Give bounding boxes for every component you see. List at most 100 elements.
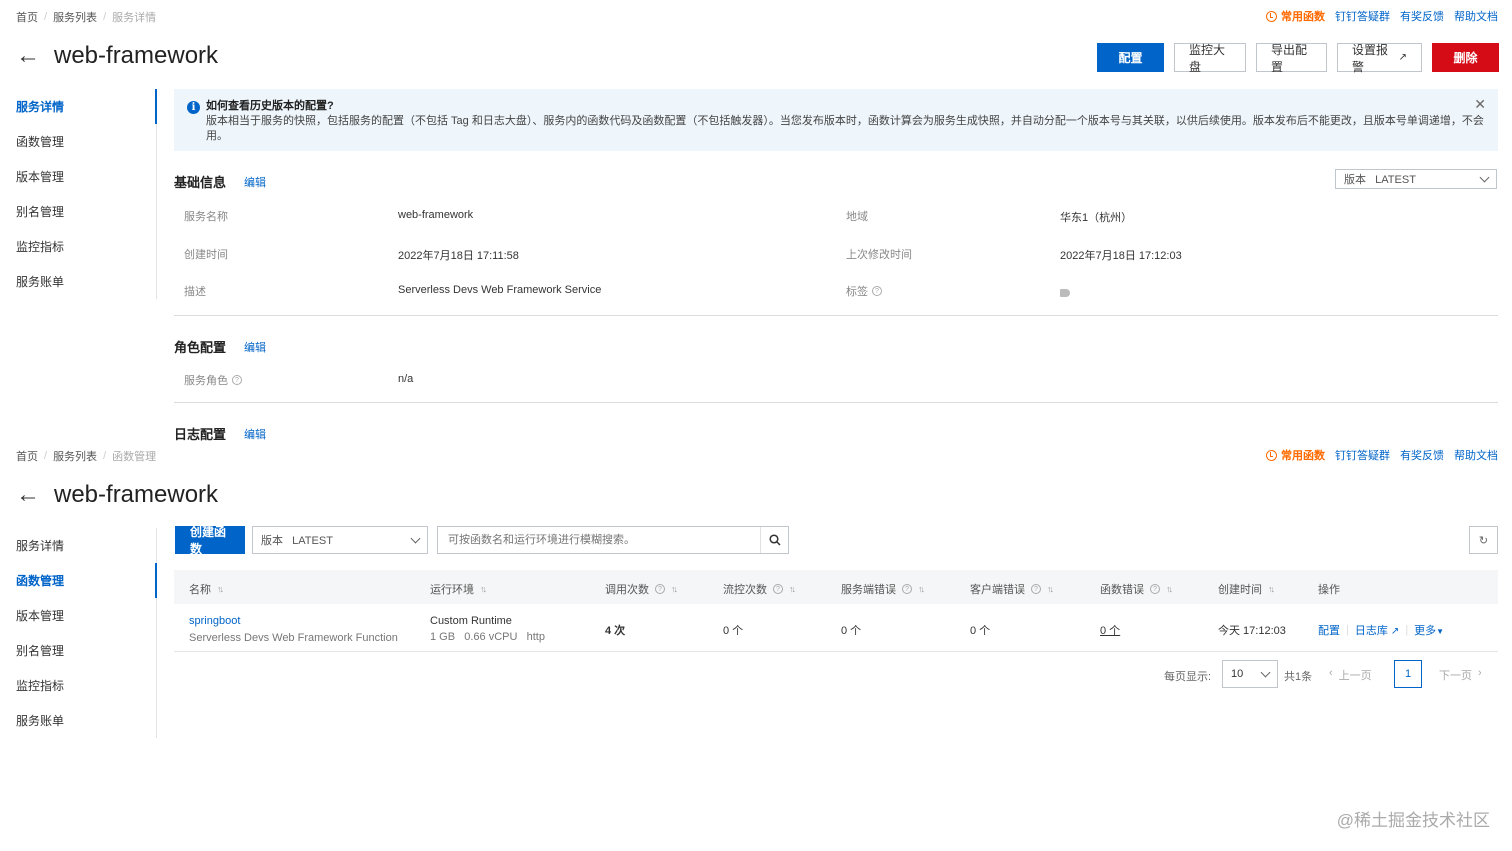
breadcrumb-home[interactable]: 首页 [16, 9, 38, 25]
history-version-notice: i 如何查看历史版本的配置? 版本相当于服务的快照，包括服务的配置（不包括 Ta… [174, 89, 1498, 151]
help-icon: ? [655, 584, 665, 594]
breadcrumb-service-list[interactable]: 服务列表 [53, 448, 97, 464]
created-time-value: 今天 17:12:03 [1218, 625, 1286, 637]
column-created-time[interactable]: 创建时间 ↑↓ [1218, 581, 1275, 597]
per-page-select[interactable]: 10 [1222, 660, 1278, 688]
info-icon: i [187, 101, 200, 114]
sidebar-item-service-details[interactable]: 服务详情 [0, 528, 156, 563]
function-errors-value[interactable]: 0 个 [1100, 622, 1120, 638]
top-links: 常用函数 钉钉答疑群 有奖反馈 帮助文档 [1266, 8, 1498, 24]
feedback-link[interactable]: 有奖反馈 [1400, 8, 1444, 24]
sidebar: 服务详情 函数管理 版本管理 别名管理 监控指标 服务账单 [0, 528, 157, 738]
configure-link[interactable]: 配置 [1318, 622, 1340, 638]
chevron-right-icon: › [1478, 667, 1482, 679]
sort-icon: ↑↓ [789, 584, 796, 594]
sidebar-item-billing[interactable]: 服务账单 [0, 264, 156, 299]
sidebar-item-functions[interactable]: 函数管理 [0, 124, 156, 159]
server-errors-value: 0 个 [841, 625, 862, 637]
version-select[interactable]: 版本 LATEST [1335, 169, 1497, 189]
help-docs-link[interactable]: 帮助文档 [1454, 447, 1498, 463]
role-config-edit-link[interactable]: 编辑 [244, 339, 266, 355]
caret-down-icon: ▼ [1436, 627, 1445, 636]
sidebar-item-functions[interactable]: 函数管理 [0, 563, 157, 598]
function-name-link[interactable]: springboot [189, 615, 240, 627]
config-button[interactable]: 配置 [1097, 43, 1164, 72]
back-arrow-icon[interactable]: ← [16, 44, 40, 68]
page-header: ← web-framework [16, 42, 218, 70]
sidebar-item-aliases[interactable]: 别名管理 [0, 633, 156, 668]
breadcrumb-service-list[interactable]: 服务列表 [53, 9, 97, 25]
page-title: web-framework [54, 42, 219, 69]
breadcrumb-current: 函数管理 [112, 451, 157, 463]
sidebar: 服务详情 函数管理 版本管理 别名管理 监控指标 服务账单 [0, 89, 157, 299]
common-functions-link[interactable]: 常用函数 [1266, 447, 1325, 463]
prev-page-button[interactable]: ‹ 上一页 [1329, 667, 1372, 683]
created-time-value: 2022年7月18日 17:11:58 [398, 250, 519, 262]
dingtalk-link[interactable]: 钉钉答疑群 [1335, 8, 1390, 24]
sidebar-item-aliases[interactable]: 别名管理 [0, 194, 156, 229]
sidebar-item-service-details[interactable]: 服务详情 [0, 89, 157, 124]
common-functions-link[interactable]: 常用函数 [1266, 8, 1325, 24]
sidebar-item-billing[interactable]: 服务账单 [0, 703, 156, 738]
service-name-label: 服务名称 [184, 211, 228, 223]
chevron-left-icon: ‹ [1329, 667, 1333, 679]
refresh-icon[interactable]: ↻ [1469, 526, 1498, 554]
per-page-value: 10 [1231, 668, 1244, 680]
log-config-header: 日志配置 编辑 [174, 424, 266, 443]
chevron-down-icon [410, 533, 421, 543]
modified-time-value: 2022年7月18日 17:12:03 [1060, 250, 1182, 262]
service-role-value: n/a [398, 373, 414, 385]
more-dropdown[interactable]: 更多▼ [1414, 622, 1444, 638]
sort-icon: ↑↓ [918, 584, 925, 594]
export-config-button[interactable]: 导出配置 [1256, 43, 1327, 74]
log-config-edit-link[interactable]: 编辑 [244, 426, 266, 442]
monitor-dashboard-button[interactable]: 监控大盘 [1174, 43, 1246, 74]
column-client-errors[interactable]: 客户端错误? ↑↓ [970, 581, 1054, 597]
sort-icon: ↑↓ [480, 584, 487, 594]
breadcrumb-home[interactable]: 首页 [16, 448, 38, 464]
delete-button[interactable]: 删除 [1432, 43, 1499, 72]
sidebar-item-metrics[interactable]: 监控指标 [0, 668, 156, 703]
description-value: Serverless Devs Web Framework Service [398, 284, 602, 296]
close-icon[interactable]: ✕ [1474, 97, 1486, 112]
help-icon[interactable]: ? [232, 375, 242, 385]
create-function-button[interactable]: 创建函数 [175, 525, 245, 556]
sidebar-item-versions[interactable]: 版本管理 [0, 159, 156, 194]
sort-icon: ↑↓ [217, 584, 224, 594]
search-icon[interactable] [760, 527, 788, 553]
basic-info-edit-link[interactable]: 编辑 [244, 174, 266, 190]
column-invocations[interactable]: 调用次数? ↑↓ [605, 581, 678, 597]
set-alarm-button[interactable]: 设置报警 ↗ [1337, 43, 1422, 74]
page-number-button[interactable]: 1 [1394, 660, 1422, 688]
role-config-header: 角色配置 编辑 [174, 337, 266, 356]
feedback-link[interactable]: 有奖反馈 [1400, 447, 1444, 463]
version-select-label: 版本 [1344, 174, 1366, 186]
dingtalk-link[interactable]: 钉钉答疑群 [1335, 447, 1390, 463]
notice-title: 如何查看历史版本的配置? [206, 100, 334, 112]
column-throttles[interactable]: 流控次数? ↑↓ [723, 581, 796, 597]
column-name[interactable]: 名称 ↑↓ [189, 581, 224, 597]
help-icon[interactable]: ? [872, 286, 882, 296]
log-config-title: 日志配置 [174, 427, 227, 442]
per-page-label: 每页显示: [1164, 671, 1212, 683]
column-runtime[interactable]: 运行环境 ↑↓ [430, 581, 487, 597]
sidebar-item-versions[interactable]: 版本管理 [0, 598, 156, 633]
table-header [174, 570, 1498, 604]
role-config-title: 角色配置 [174, 340, 227, 355]
help-docs-link[interactable]: 帮助文档 [1454, 8, 1498, 24]
column-server-errors[interactable]: 服务端错误? ↑↓ [841, 581, 925, 597]
notice-body: 版本相当于服务的快照，包括服务的配置（不包括 Tag 和日志大盘）、服务内的函数… [206, 115, 1484, 127]
version-select[interactable]: 版本 LATEST [252, 526, 428, 554]
function-runtime: Custom Runtime [430, 615, 512, 627]
log-store-link[interactable]: 日志库 ↗ [1355, 622, 1399, 638]
back-arrow-icon[interactable]: ← [16, 483, 40, 507]
chevron-down-icon [1260, 667, 1271, 677]
next-page-button[interactable]: 下一页 › [1439, 667, 1482, 683]
search-input[interactable] [438, 527, 760, 553]
sidebar-item-metrics[interactable]: 监控指标 [0, 229, 156, 264]
external-link-icon: ↗ [1390, 626, 1400, 637]
clock-icon [1266, 449, 1277, 461]
breadcrumb: 首页 / 服务列表 / 函数管理 [16, 448, 157, 464]
column-function-errors[interactable]: 函数错误? ↑↓ [1100, 581, 1173, 597]
tag-icon[interactable] [1060, 286, 1070, 300]
